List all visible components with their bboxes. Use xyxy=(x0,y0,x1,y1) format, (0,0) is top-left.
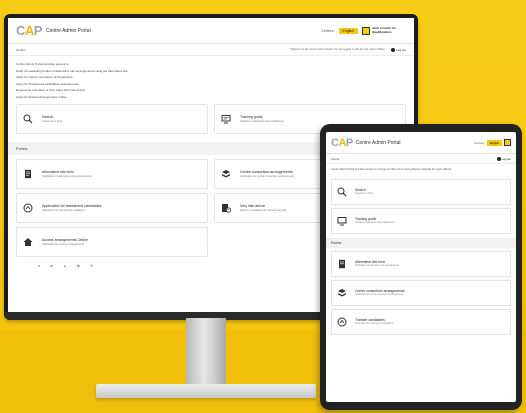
search-icon xyxy=(22,113,34,125)
cap-logo[interactable]: CAP xyxy=(16,23,42,38)
tablet-intro-text: Centre Admin Portal provides access to a… xyxy=(331,168,452,171)
tablet-centre-consortium-card[interactable]: Centre consortium arrangements Applicati… xyxy=(331,280,511,306)
transfer-icon xyxy=(22,202,34,214)
consortium-icon xyxy=(220,168,232,180)
late-arrival-icon xyxy=(220,202,232,214)
consortium-icon xyxy=(336,287,348,299)
tablet-transfer-candidates-card[interactable]: Transfer candidates Application for tran… xyxy=(331,309,511,335)
tablet-training-guide-card[interactable]: Training guide Guidance material to help… xyxy=(331,208,511,234)
search-card[interactable]: Search Search for a form xyxy=(16,104,208,134)
tablet-alternative-site-card[interactable]: Alternative site form Notification of al… xyxy=(331,251,511,277)
home-icon xyxy=(22,236,34,248)
monitor-stand-neck xyxy=(186,318,226,386)
partner-logo-icon: ★ xyxy=(89,263,94,268)
tablet-user-bar: Centre Log out xyxy=(326,154,516,164)
transferred-candidates-card[interactable]: Application for transferred candidates A… xyxy=(16,193,208,223)
tablet-forms-section-header: Forms xyxy=(326,238,516,248)
tablet-language-button[interactable]: English xyxy=(486,139,502,146)
user-name: Centre xyxy=(16,47,26,52)
intro-text: Centre Admin Portal provides access to: … xyxy=(16,62,129,99)
document-icon xyxy=(22,168,34,180)
training-guide-icon xyxy=(336,215,348,227)
tablet-cap-logo[interactable]: CAP xyxy=(331,137,353,149)
partner-logo-icon: ◆ xyxy=(76,263,80,268)
tablet-screen: CAP Centre Admin Portal Centres English … xyxy=(326,132,516,402)
document-icon xyxy=(336,258,348,270)
tablet-jcq-logo-icon xyxy=(504,139,511,146)
app-title: Centre Admin Portal xyxy=(45,27,91,34)
jcq-badge: Joint Council for Qualifications xyxy=(362,26,406,35)
user-bar: Centre Welcome to the Centre Admin Porta… xyxy=(8,44,414,56)
partner-logo-icon: ● xyxy=(38,263,41,268)
jcq-logo-icon xyxy=(362,26,370,35)
welcome-text: Welcome to the Centre Admin Portal. You … xyxy=(290,48,385,51)
logout-icon xyxy=(496,156,501,161)
search-icon xyxy=(336,186,348,198)
access-arrangements-card[interactable]: Access arrangements Online Application f… xyxy=(16,227,208,257)
partner-logo-icon: ▲ xyxy=(62,263,67,268)
partner-logo-icon: ■ xyxy=(50,263,53,268)
language-button[interactable]: English xyxy=(338,27,358,34)
tablet-device: CAP Centre Admin Portal Centres English … xyxy=(320,124,522,410)
tablet-user-name: Centre xyxy=(331,156,340,161)
centres-link[interactable]: Centres xyxy=(321,29,333,33)
training-guide-icon xyxy=(220,113,232,125)
alternative-site-card[interactable]: Alternative site form Notification of al… xyxy=(16,159,208,189)
tablet-search-card[interactable]: Search Search for a form xyxy=(331,179,511,205)
tablet-top-navigation: CAP Centre Admin Portal Centres English xyxy=(326,132,516,154)
tablet-centres-link[interactable]: Centres xyxy=(474,141,484,145)
tablet-logout-button[interactable]: Log out xyxy=(496,156,511,161)
transfer-icon xyxy=(336,316,348,328)
monitor-stand-base xyxy=(96,384,316,398)
logout-button[interactable]: Log out xyxy=(390,47,406,52)
tablet-app-title: Centre Admin Portal xyxy=(355,139,401,146)
logout-icon xyxy=(390,47,395,52)
top-navigation: CAP Centre Admin Portal Centres English … xyxy=(8,18,414,44)
